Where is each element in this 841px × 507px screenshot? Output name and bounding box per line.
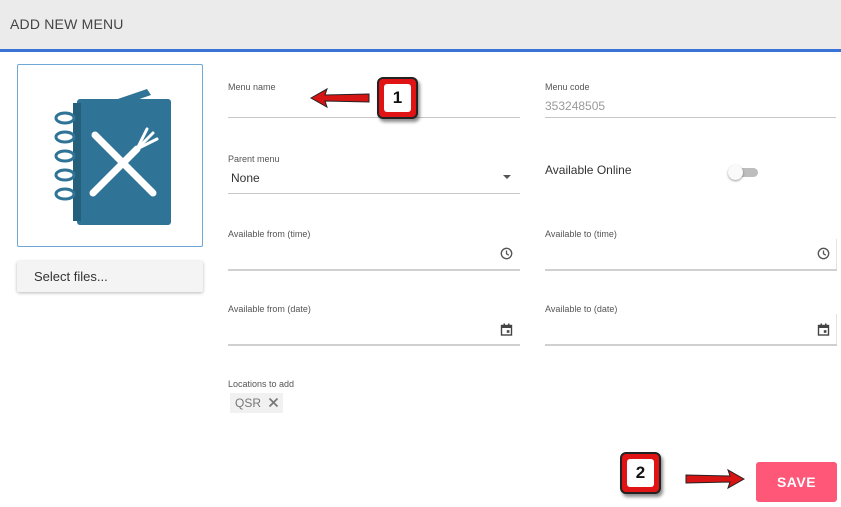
- locations-field[interactable]: Locations to add QSR: [228, 379, 520, 419]
- available-from-time-field[interactable]: Available from (time): [228, 229, 520, 271]
- available-to-date-field[interactable]: Available to (date): [545, 304, 837, 346]
- step-number-2: 2: [627, 459, 654, 487]
- location-chip[interactable]: QSR: [230, 393, 284, 413]
- menu-image-preview[interactable]: [17, 64, 203, 247]
- location-chip-label: QSR: [235, 396, 262, 410]
- parent-menu-underline: [228, 193, 520, 194]
- step-callout-2: 2: [620, 452, 661, 494]
- page-header: ADD NEW MENU: [0, 0, 841, 52]
- parent-menu-value[interactable]: None: [231, 171, 260, 185]
- close-icon[interactable]: [268, 397, 279, 408]
- save-button[interactable]: SAVE: [756, 462, 837, 502]
- menu-code-field[interactable]: Menu code 353248505: [545, 82, 836, 118]
- field-edge: [836, 314, 837, 344]
- arrow-icon: [685, 468, 746, 490]
- menu-book-icon: [54, 89, 171, 225]
- menu-code-label: Menu code: [545, 82, 590, 92]
- menu-code-input[interactable]: 353248505: [545, 99, 605, 113]
- menu-name-label: Menu name: [228, 82, 276, 92]
- page-title: ADD NEW MENU: [10, 16, 124, 32]
- available-to-time-field[interactable]: Available to (time): [545, 229, 837, 271]
- available-from-time-underline: [228, 269, 520, 271]
- available-from-time-label: Available from (time): [228, 229, 311, 239]
- available-to-date-label: Available to (date): [545, 304, 618, 314]
- available-from-date-underline: [228, 344, 520, 346]
- menu-code-underline: [545, 117, 836, 118]
- step-callout-1: 1: [377, 77, 418, 119]
- available-from-date-field[interactable]: Available from (date): [228, 304, 520, 346]
- available-online-label: Available Online: [545, 163, 632, 177]
- calendar-icon[interactable]: [817, 323, 830, 336]
- locations-label: Locations to add: [228, 379, 295, 389]
- field-edge: [836, 239, 837, 269]
- available-to-time-label: Available to (time): [545, 229, 617, 239]
- toggle-thumb[interactable]: [728, 165, 743, 180]
- step-number-1: 1: [384, 84, 411, 112]
- available-to-date-underline: [545, 344, 837, 346]
- clock-icon[interactable]: [500, 247, 513, 260]
- arrow-icon: [309, 87, 370, 109]
- available-online-toggle[interactable]: [728, 165, 758, 180]
- parent-menu-label: Parent menu: [228, 154, 280, 164]
- select-files-button[interactable]: Select files...: [17, 261, 203, 292]
- menu-name-field[interactable]: Menu name: [228, 82, 520, 118]
- available-to-time-underline: [545, 269, 837, 271]
- menu-name-underline: [228, 117, 520, 118]
- clock-icon[interactable]: [817, 247, 830, 260]
- dropdown-caret-icon[interactable]: [503, 175, 511, 179]
- parent-menu-select[interactable]: Parent menu None: [228, 154, 520, 194]
- calendar-icon[interactable]: [500, 323, 513, 336]
- available-from-date-label: Available from (date): [228, 304, 311, 314]
